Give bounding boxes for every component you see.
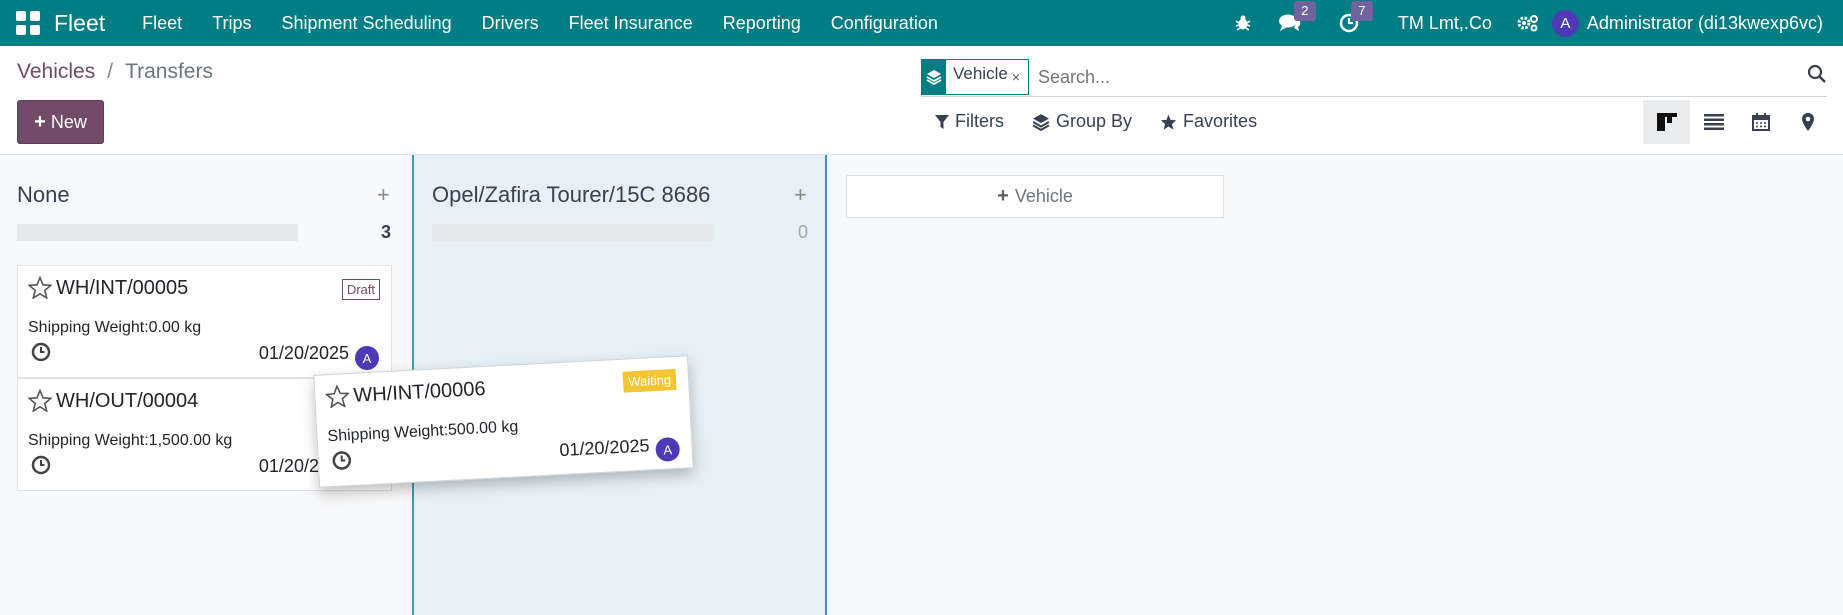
control-panel: Vehicles / Transfers + New Vehicle × Fil…	[0, 46, 1843, 155]
column-quick-create-button[interactable]: +	[794, 182, 807, 208]
card-date: 01/20/2025	[258, 343, 349, 363]
avatar[interactable]: A	[655, 436, 681, 463]
add-column-label: Vehicle	[1014, 186, 1073, 206]
layers-icon	[1032, 113, 1050, 131]
search-input[interactable]	[1038, 66, 1739, 88]
user-menu[interactable]: Administrator (di13kwexp6vc)	[1587, 13, 1823, 34]
star-icon[interactable]	[27, 388, 53, 417]
column-count: 0	[798, 222, 809, 242]
kanban-icon	[1656, 113, 1677, 131]
plus-icon: +	[34, 110, 46, 133]
kanban-card[interactable]: WH/INT/00005 Draft Shipping Weight:0.00 …	[17, 265, 392, 378]
user-avatar[interactable]: A	[1551, 9, 1579, 37]
favorites-toggle[interactable]: Favorites	[1160, 111, 1257, 132]
activities-clock-icon[interactable]: 7	[1339, 1, 1373, 33]
apps-menu-icon[interactable]	[16, 11, 40, 35]
avatar[interactable]: A	[355, 346, 379, 370]
app-brand[interactable]: Fleet	[54, 10, 105, 37]
card-weight: Shipping Weight:1,500.00 kg	[28, 432, 233, 449]
card-date: 01/20/2025	[558, 435, 650, 461]
new-button-label: New	[50, 111, 87, 132]
status-badge: Draft	[341, 279, 380, 300]
settings-gears-icon[interactable]	[1517, 14, 1539, 32]
menu-fleet[interactable]: Fleet	[142, 13, 182, 34]
search-options: Filters Group By Favorites	[935, 111, 1285, 132]
debug-bug-icon[interactable]	[1234, 14, 1252, 32]
calendar-icon	[1751, 113, 1770, 131]
card-reference: WH/OUT/00004	[56, 390, 199, 412]
facet-remove-button[interactable]: ×	[1012, 69, 1020, 85]
status-badge: Waiting	[622, 368, 677, 393]
search-icon[interactable]	[1807, 64, 1827, 89]
filter-funnel-icon	[935, 114, 949, 129]
menu-drivers[interactable]: Drivers	[482, 13, 539, 34]
kanban-board: None + 3 WH/INT/00005 Draft Shipping Wei…	[0, 155, 1843, 615]
activity-clock-icon[interactable]	[31, 342, 51, 367]
menu-trips[interactable]: Trips	[212, 13, 251, 34]
activities-count-badge: 7	[1350, 1, 1373, 21]
map-view-button[interactable]	[1784, 100, 1831, 144]
groupby-toggle[interactable]: Group By	[1032, 111, 1132, 132]
top-navbar: Fleet Fleet Trips Shipment Scheduling Dr…	[0, 0, 1843, 46]
card-weight: Shipping Weight:0.00 kg	[28, 319, 202, 336]
breadcrumb-separator: /	[107, 60, 114, 83]
favorites-label: Favorites	[1183, 111, 1258, 131]
column-title[interactable]: None	[17, 182, 70, 208]
plus-icon: +	[997, 185, 1009, 207]
filters-label: Filters	[955, 111, 1004, 131]
filters-toggle[interactable]: Filters	[935, 111, 1004, 132]
column-title[interactable]: Opel/Zafira Tourer/15C 8686	[432, 182, 710, 208]
column-progress-bar	[17, 224, 298, 241]
column-count: 3	[381, 222, 392, 242]
search-bar: Vehicle ×	[921, 58, 1827, 97]
breadcrumb-transfers: Transfers	[125, 60, 213, 83]
card-reference: WH/INT/00006	[352, 377, 487, 407]
card-reference: WH/INT/00005	[56, 277, 189, 299]
menu-fleet-insurance[interactable]: Fleet Insurance	[569, 13, 693, 34]
card-weight: Shipping Weight:500.00 kg	[327, 418, 519, 446]
search-facet-vehicle: Vehicle ×	[921, 59, 1030, 95]
layers-icon	[922, 59, 946, 95]
groupby-label: Group By	[1056, 111, 1133, 131]
map-pin-icon	[1801, 113, 1814, 131]
activity-clock-icon[interactable]	[31, 455, 51, 480]
menu-configuration[interactable]: Configuration	[831, 13, 938, 34]
menu-reporting[interactable]: Reporting	[723, 13, 801, 34]
column-progress-bar	[432, 224, 714, 241]
star-icon	[1160, 114, 1177, 130]
new-button[interactable]: + New	[17, 100, 104, 144]
messages-icon[interactable]: 2	[1278, 1, 1316, 33]
breadcrumb-vehicles[interactable]: Vehicles	[17, 60, 95, 84]
column-quick-create-button[interactable]: +	[377, 182, 390, 208]
dragging-kanban-card[interactable]: WH/INT/00006 Waiting Shipping Weight:500…	[313, 355, 694, 488]
messages-count-badge: 2	[1293, 1, 1316, 21]
view-switcher	[1643, 100, 1831, 144]
facet-label: Vehicle	[953, 64, 1008, 83]
menu-shipment-scheduling[interactable]: Shipment Scheduling	[282, 13, 452, 34]
activity-clock-icon[interactable]	[331, 450, 352, 476]
star-icon[interactable]	[27, 275, 53, 304]
calendar-view-button[interactable]	[1737, 100, 1784, 144]
list-view-button[interactable]	[1690, 100, 1737, 144]
add-column-button[interactable]: + Vehicle	[846, 175, 1224, 218]
kanban-view-button[interactable]	[1643, 100, 1690, 144]
star-icon[interactable]	[324, 384, 351, 413]
list-icon	[1703, 114, 1724, 130]
breadcrumb: Vehicles / Transfers	[17, 60, 213, 84]
company-switcher[interactable]: TM Lmt,.Co	[1398, 13, 1492, 34]
